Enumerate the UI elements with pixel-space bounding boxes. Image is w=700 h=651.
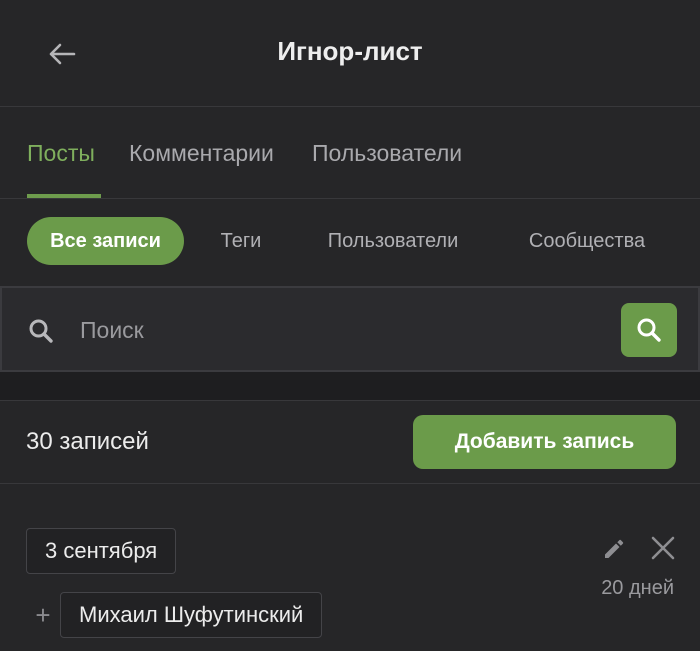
tab-comments[interactable]: Комментарии [129, 108, 274, 198]
list-item: 3 сентября 20 дней + Михаил Шуфутинский [0, 485, 700, 651]
filter-users[interactable]: Пользователи [306, 217, 480, 265]
remove-button[interactable] [648, 533, 678, 563]
search-icon [637, 318, 661, 342]
edit-button[interactable] [600, 535, 628, 563]
entry-date: 3 сентября [26, 528, 177, 574]
close-icon [651, 536, 675, 560]
search-input[interactable] [80, 306, 600, 354]
filter-all-posts[interactable]: Все записи [27, 217, 184, 265]
add-tag-button[interactable]: + [30, 600, 56, 630]
pencil-icon [605, 539, 624, 558]
filter-tags[interactable]: Теги [208, 217, 274, 265]
ignore-duration: 20 дней [601, 577, 674, 599]
active-tab-indicator [27, 194, 101, 198]
search-icon [29, 319, 53, 343]
tab-users[interactable]: Пользователи [312, 108, 462, 198]
entry-name: Михаил Шуфутинский [60, 592, 323, 638]
tab-posts[interactable]: Посты [27, 108, 95, 198]
tab-bar: Посты Комментарии Пользователи [0, 108, 700, 199]
list-header: 30 записей Добавить запись [0, 400, 700, 484]
page-title: Игнор-лист [277, 36, 423, 66]
records-count: 30 записей [26, 428, 149, 455]
search-button[interactable] [621, 303, 677, 357]
filter-chips: Все записи Теги Пользователи Сообщества [0, 200, 700, 284]
search-bar [0, 286, 700, 372]
section-divider [0, 372, 700, 400]
filter-communities[interactable]: Сообщества [512, 217, 662, 265]
add-record-button[interactable]: Добавить запись [413, 415, 676, 469]
top-bar: Игнор-лист [0, 0, 700, 107]
